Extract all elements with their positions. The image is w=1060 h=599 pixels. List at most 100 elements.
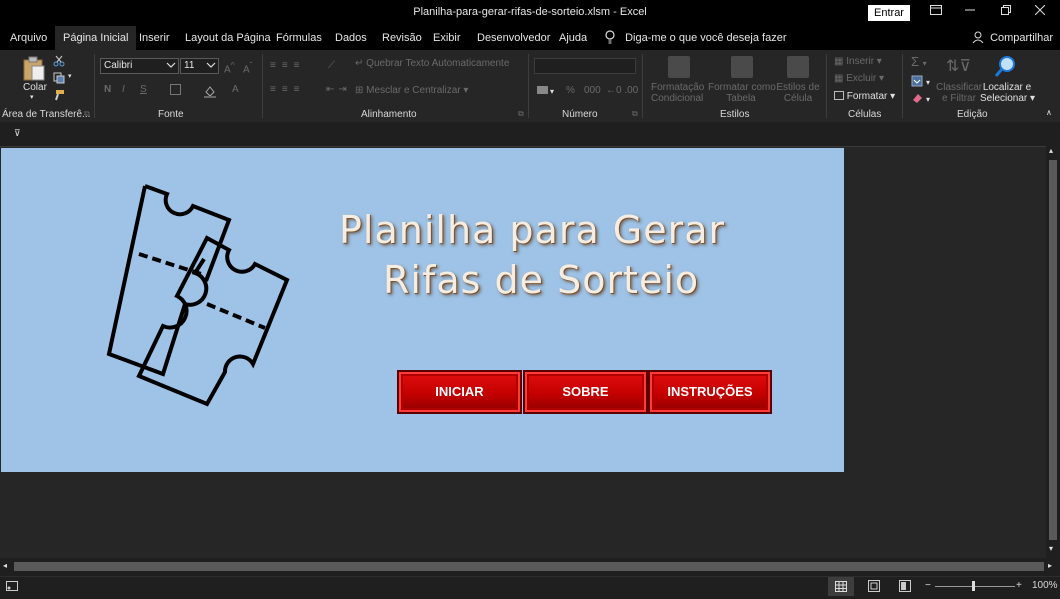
- copy-icon[interactable]: [53, 71, 65, 89]
- horizontal-scrollbar[interactable]: ◂ ▸: [0, 558, 1060, 576]
- merge-icon: ⊞: [355, 85, 367, 96]
- find-select-icon[interactable]: [994, 54, 1018, 85]
- merge-center-button[interactable]: ⊞ Mesclar e Centralizar ▾: [355, 85, 468, 96]
- format-painter-icon[interactable]: [53, 88, 65, 106]
- fill-icon[interactable]: ▾: [911, 74, 935, 92]
- share-button[interactable]: Compartilhar: [972, 26, 1053, 50]
- grid-icon: [835, 581, 847, 592]
- clipboard-launcher-icon[interactable]: ⧉: [84, 109, 90, 119]
- accounting-format-icon[interactable]: ▾: [537, 84, 557, 99]
- underline-icon[interactable]: S: [140, 84, 147, 95]
- zoom-level[interactable]: 100%: [1032, 580, 1058, 591]
- sort-filter-button[interactable]: Classificar e Filtrar: [936, 82, 982, 104]
- tab-exibir[interactable]: Exibir: [433, 26, 461, 50]
- cell-styles-icon[interactable]: [787, 56, 809, 78]
- vertical-scroll-thumb[interactable]: [1049, 160, 1057, 540]
- tab-revisao[interactable]: Revisão: [382, 26, 422, 50]
- sort-filter-icon[interactable]: ⇅⊽: [946, 56, 971, 76]
- tab-pagina-inicial[interactable]: Página Inicial: [55, 26, 137, 50]
- cut-icon[interactable]: [53, 54, 65, 72]
- conditional-formatting-button[interactable]: Formatação Condicional: [651, 82, 704, 104]
- tab-ajuda[interactable]: Ajuda: [559, 26, 587, 50]
- sheet-canvas: Planilha para Gerar Rifas de Sorteio INI…: [1, 148, 844, 472]
- format-as-table-button[interactable]: Formatar como Tabela: [708, 82, 776, 104]
- instructions-button[interactable]: INSTRUÇÕES: [648, 370, 772, 414]
- title-bar: Planilha-para-gerar-rifas-de-sorteio.xls…: [0, 0, 1060, 26]
- horizontal-align-icons[interactable]: ≡≡≡: [270, 84, 306, 95]
- grow-font-icon[interactable]: A^: [224, 60, 235, 75]
- ribbon-display-icon[interactable]: [926, 4, 946, 20]
- scroll-down-icon[interactable]: ▾: [1049, 544, 1053, 553]
- format-cells-button[interactable]: Formatar ▾: [834, 91, 895, 102]
- percent-icon[interactable]: %: [566, 85, 575, 96]
- wrap-text-button[interactable]: ↵ Quebrar Texto Automaticamente: [355, 58, 509, 69]
- zoom-in-icon[interactable]: +: [1016, 580, 1022, 591]
- about-button[interactable]: SOBRE: [523, 370, 648, 414]
- customize-qat-icon[interactable]: ⊽: [14, 128, 21, 139]
- conditional-formatting-icon[interactable]: [668, 56, 690, 78]
- tab-dados[interactable]: Dados: [335, 26, 367, 50]
- format-as-table-icon[interactable]: [731, 56, 753, 78]
- worksheet[interactable]: Planilha para Gerar Rifas de Sorteio INI…: [0, 146, 1046, 558]
- fill-color-icon[interactable]: [203, 84, 217, 103]
- tab-layout[interactable]: Layout da Página: [185, 26, 271, 50]
- number-launcher-icon[interactable]: ⧉: [632, 109, 638, 119]
- scroll-up-icon[interactable]: ▴: [1049, 146, 1053, 155]
- sign-in-button[interactable]: Entrar: [868, 5, 910, 21]
- indent-icons[interactable]: ⇤⇥: [326, 84, 351, 95]
- thousands-icon[interactable]: 000: [584, 85, 601, 96]
- paste-label: Colar: [23, 82, 47, 93]
- clipboard-group-label: Área de Transferê...: [2, 109, 91, 120]
- tell-me-search[interactable]: Diga-me o que você deseja fazer: [605, 26, 787, 50]
- zoom-slider-thumb[interactable]: [972, 581, 975, 591]
- paste-dropdown-icon[interactable]: ▾: [30, 93, 34, 101]
- insert-cells-button[interactable]: ▦ Inserir ▾: [834, 56, 882, 67]
- zoom-slider[interactable]: [935, 586, 1015, 587]
- orientation-icon[interactable]: ⟋: [328, 60, 335, 71]
- vertical-align-icons[interactable]: ≡≡≡: [270, 60, 306, 71]
- page-break-icon[interactable]: [899, 580, 911, 595]
- collapse-ribbon-icon[interactable]: ∧: [1046, 108, 1052, 117]
- horizontal-scroll-thumb[interactable]: [14, 562, 1044, 571]
- sheet-title-line1: Planilha para Gerar: [339, 208, 726, 252]
- lightbulb-icon: [605, 30, 615, 44]
- minimize-icon[interactable]: [960, 4, 980, 20]
- cell-styles-button[interactable]: Estilos de Célula: [776, 82, 820, 104]
- divider: [262, 54, 263, 118]
- font-color-icon[interactable]: A: [232, 84, 239, 95]
- alignment-launcher-icon[interactable]: ⧉: [518, 109, 524, 119]
- font-size-chevron-icon[interactable]: [206, 58, 216, 75]
- italic-icon[interactable]: I: [122, 84, 125, 95]
- decimal-icons[interactable]: ←0 .00: [606, 85, 638, 96]
- restore-icon[interactable]: [996, 4, 1016, 20]
- scroll-right-icon[interactable]: ▸: [1048, 561, 1052, 570]
- normal-view-button[interactable]: [828, 577, 854, 596]
- bold-icon[interactable]: N: [104, 84, 111, 95]
- delete-cells-button[interactable]: ▦ Excluir ▾: [834, 73, 884, 84]
- macro-record-icon[interactable]: [6, 580, 18, 595]
- borders-icon[interactable]: [170, 84, 181, 95]
- tab-inserir[interactable]: Inserir: [139, 26, 170, 50]
- tab-desenvolvedor[interactable]: Desenvolvedor: [477, 26, 550, 50]
- vertical-scrollbar[interactable]: ▴ ▾: [1046, 146, 1060, 558]
- ribbon: Colar ▾ ▾ Área de Transferê... ⧉ Calibri…: [0, 50, 1060, 122]
- format-cells-icon: [834, 91, 844, 100]
- tab-arquivo[interactable]: Arquivo: [10, 26, 47, 50]
- shrink-font-icon[interactable]: Aˇ: [243, 60, 252, 75]
- copy-dropdown-icon[interactable]: ▾: [68, 72, 72, 80]
- scroll-left-icon[interactable]: ◂: [3, 561, 7, 570]
- clear-icon[interactable]: ▾: [911, 91, 935, 109]
- svg-text:▾: ▾: [926, 95, 930, 104]
- close-icon[interactable]: [1030, 4, 1050, 20]
- autosum-icon[interactable]: Σ ▾: [911, 54, 927, 69]
- start-button[interactable]: INICIAR: [397, 370, 522, 414]
- share-label: Compartilhar: [990, 32, 1054, 44]
- divider: [902, 54, 903, 118]
- tab-formulas[interactable]: Fórmulas: [276, 26, 322, 50]
- zoom-out-icon[interactable]: −: [925, 580, 931, 591]
- number-format-select[interactable]: [534, 58, 636, 74]
- find-select-button[interactable]: Localizar e Selecionar ▾: [980, 82, 1035, 104]
- font-name-chevron-icon[interactable]: [166, 58, 176, 75]
- divider: [94, 54, 95, 118]
- page-layout-icon[interactable]: [868, 580, 880, 595]
